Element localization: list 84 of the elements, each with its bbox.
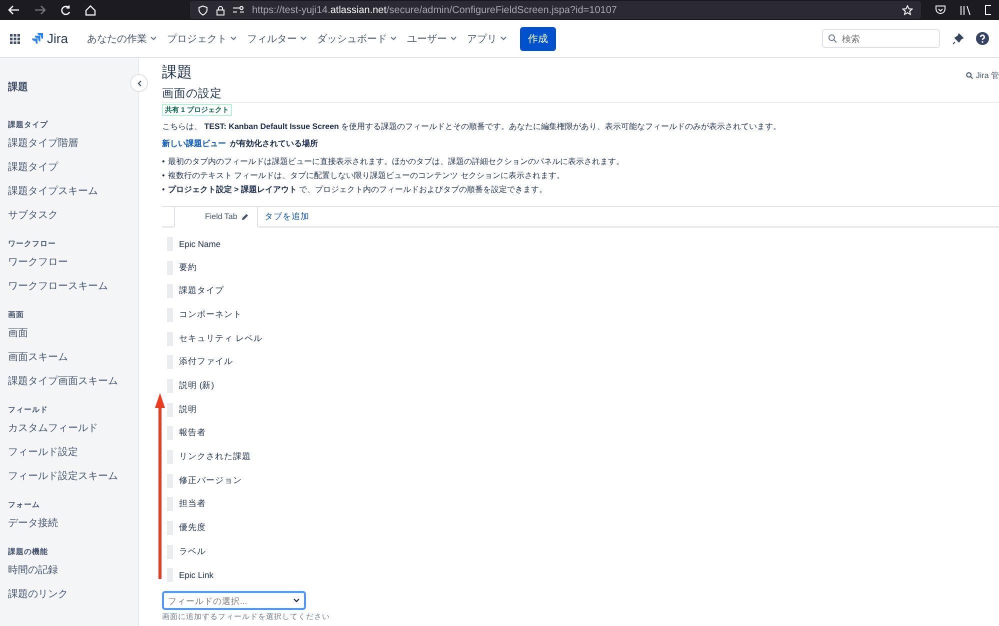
sidebar-item[interactable]: ワークフロー bbox=[8, 253, 138, 277]
field-select[interactable]: フィールドの選択... bbox=[162, 591, 306, 610]
sidebar-item[interactable]: フィールド設定スキーム bbox=[8, 467, 138, 491]
bullet-marker: • bbox=[162, 170, 165, 182]
search-field[interactable]: 検索 bbox=[822, 29, 940, 48]
sidebar-item[interactable]: データ接続 bbox=[8, 514, 138, 538]
page-title: 課題 bbox=[162, 63, 192, 82]
chevron-down-icon bbox=[150, 36, 157, 41]
field-name: 課題タイプ bbox=[179, 285, 224, 298]
chevron-down-icon bbox=[390, 36, 397, 41]
sidebar-item[interactable]: 課題タイプ階層 bbox=[8, 134, 138, 158]
reload-icon[interactable] bbox=[60, 4, 71, 16]
help-icon[interactable] bbox=[976, 32, 989, 45]
field-name: Epic Name bbox=[179, 238, 221, 249]
star-icon[interactable] bbox=[902, 4, 913, 16]
field-name: 説明 (新) bbox=[179, 380, 214, 392]
field-name: コンポーネント bbox=[179, 308, 242, 321]
home-icon[interactable] bbox=[85, 4, 96, 16]
permissions-icon bbox=[233, 6, 244, 14]
app-grid-icon[interactable] bbox=[10, 34, 20, 44]
add-tab-link[interactable]: タブを追加 bbox=[258, 207, 310, 226]
app-name[interactable]: Jira bbox=[47, 31, 68, 46]
notice-text: が有効化されている場所 bbox=[230, 138, 318, 150]
admin-search-link[interactable]: Jira 管 bbox=[966, 70, 999, 81]
sidebar-item[interactable]: 課題のリンク bbox=[8, 585, 138, 609]
sidebar-item[interactable]: サブタスク bbox=[8, 206, 138, 230]
field-name: ラベル bbox=[179, 546, 206, 558]
field-name: 報告者 bbox=[179, 427, 206, 440]
search-icon bbox=[828, 34, 837, 43]
address-bar[interactable]: https://test-yuji14.atlassian.net/secure/admin/ConfigureFieldScreen.jspa?id=10107 bbox=[190, 1, 921, 19]
nav-menu[interactable]: フィルター bbox=[242, 32, 312, 46]
sidebar-item[interactable]: 時間の記録 bbox=[8, 561, 138, 585]
chevron-down-icon bbox=[293, 598, 300, 604]
field-name: 添付ファイル bbox=[179, 356, 233, 368]
chevron-down-icon bbox=[230, 36, 237, 41]
bullet-text: 最初のタブ内のフィールドは課題ビューに直接表示されます。ほかのタブは、課題の詳細セクションのパネルに表示されます。 bbox=[168, 156, 624, 168]
search-icon bbox=[966, 72, 973, 79]
field-name: 説明 bbox=[179, 404, 197, 416]
section-title: 画面の設定 bbox=[162, 86, 999, 103]
nav-menu[interactable]: プロジェクト bbox=[162, 32, 242, 46]
library-icon[interactable] bbox=[960, 5, 971, 15]
field-name: 優先度 bbox=[179, 522, 206, 534]
description-text: こちらは、 TEST: Kanban Default Issue Screen を使用する課題のフィールドとその順番です。あなたに編集権限があり、表示可能なフィールドのみが表示されています。 bbox=[162, 121, 782, 133]
jira-logo-icon bbox=[32, 33, 43, 44]
nav-menu[interactable]: あなたの作業 bbox=[82, 32, 162, 46]
field-name: Epic Link bbox=[179, 570, 214, 580]
forward-arrow-icon[interactable] bbox=[34, 5, 46, 15]
sidebar-item[interactable]: ワークフロースキーム bbox=[8, 277, 138, 301]
pocket-icon[interactable] bbox=[935, 5, 946, 15]
chevron-left-icon bbox=[136, 80, 142, 86]
field-tab[interactable]: Field Tab bbox=[174, 207, 258, 228]
bullet-marker: • bbox=[162, 184, 165, 196]
nav-menu[interactable]: アプリ bbox=[462, 32, 512, 46]
bullet-text: プロジェクト設定 > 課題レイアウト で、プロジェクト内のフィールドおよびタブの順番を設定できます。 bbox=[168, 184, 548, 196]
field-name: セキュリティ レベル bbox=[179, 332, 262, 345]
chevron-down-icon bbox=[300, 36, 307, 41]
sidebar-item[interactable]: 画面スキーム bbox=[8, 348, 138, 372]
back-arrow-icon[interactable] bbox=[8, 5, 20, 15]
sidebar-item[interactable]: 課題タイプ画面スキーム bbox=[8, 372, 138, 396]
create-button[interactable]: 作成 bbox=[520, 26, 556, 50]
chevron-down-icon bbox=[450, 36, 457, 41]
sidebar-title: 課題 bbox=[8, 80, 28, 94]
nav-menu[interactable]: ダッシュボード bbox=[312, 32, 402, 46]
sidebar-item[interactable]: 課題タイプスキーム bbox=[8, 182, 138, 206]
bullet-text: 複数行のテキスト フィールドは、タブに配置しない限り課題ビューのコンテンツ セクションに表示されます。 bbox=[168, 170, 564, 182]
field-name: 要約 bbox=[179, 262, 197, 274]
sidebar-item[interactable]: 課題タイプ bbox=[8, 158, 138, 182]
pencil-icon[interactable] bbox=[241, 212, 250, 220]
notification-icon[interactable] bbox=[952, 32, 964, 44]
bullet-marker: • bbox=[162, 156, 165, 168]
sidebar-item[interactable]: カスタムフィールド bbox=[8, 419, 138, 443]
shield-icon bbox=[198, 4, 208, 16]
field-name: 修正バージョン bbox=[179, 474, 242, 487]
field-name: 担当者 bbox=[179, 498, 206, 510]
url-text: https://test-yuji14.atlassian.net/secure/admin/ConfigureFieldScreen.jspa?id=10107 bbox=[252, 4, 618, 16]
collapse-sidebar-button[interactable] bbox=[130, 74, 148, 92]
sidebar-item[interactable]: 画面 bbox=[8, 324, 138, 348]
sidebar-toggle-icon[interactable] bbox=[985, 5, 991, 15]
field-name: リンクされた課題 bbox=[179, 451, 251, 464]
lock-icon bbox=[216, 4, 225, 16]
new-issue-view-link[interactable]: 新しい課題ビュー bbox=[162, 138, 226, 150]
nav-menu[interactable]: ユーザー bbox=[402, 32, 462, 46]
chevron-down-icon bbox=[500, 36, 507, 41]
sidebar-item[interactable]: フィールド設定 bbox=[8, 443, 138, 467]
